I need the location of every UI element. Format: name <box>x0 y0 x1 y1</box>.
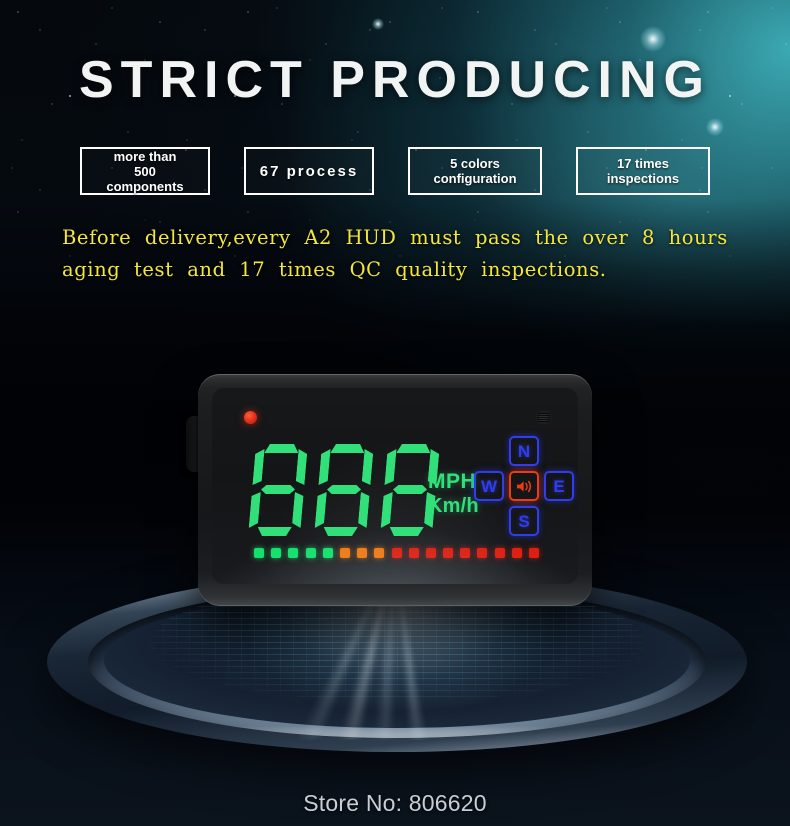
led-segment-red <box>460 548 471 558</box>
feature-badge-row: more than 500 components 67 process 5 co… <box>80 147 710 195</box>
led-segment-red <box>443 548 454 558</box>
unit-kmh-label: Km/h <box>428 495 479 517</box>
badge-label: 5 colors configuration <box>433 156 517 186</box>
badge-more-than-500-components: more than 500 components <box>80 147 210 195</box>
device-screen: MPH Km/h N W E S <box>212 388 578 584</box>
star-glint-icon <box>372 18 384 30</box>
led-segment-orange <box>357 548 368 558</box>
compass-south-indicator: S <box>509 506 539 536</box>
badge-5-colors-configuration: 5 colors configuration <box>408 147 542 195</box>
compass-east-indicator: E <box>544 471 574 501</box>
badge-17-times-inspections: 17 times inspections <box>576 147 710 195</box>
led-segment-green <box>305 548 316 558</box>
badge-67-process: 67 process <box>244 147 374 195</box>
compass-cluster: N W E S <box>474 436 574 536</box>
light-sensor-icon <box>537 412 550 423</box>
led-segment-red <box>494 548 505 558</box>
speaker-icon <box>509 471 539 501</box>
badge-label: more than 500 components <box>106 148 184 194</box>
description-line-2: aging test and 17 times QC quality inspe… <box>62 258 607 281</box>
screen-underglow <box>212 532 578 584</box>
speed-units: MPH Km/h <box>428 470 479 518</box>
led-segment-red <box>477 548 488 558</box>
power-led-icon <box>244 411 257 424</box>
led-segment-green <box>288 548 299 558</box>
led-segment-green <box>271 548 282 558</box>
led-segment-red <box>408 548 419 558</box>
led-segment-red <box>391 548 402 558</box>
compass-north-indicator: N <box>509 436 539 466</box>
description-text: Before delivery,every A2 HUD must pass t… <box>62 222 742 286</box>
unit-mph-label: MPH <box>428 470 477 493</box>
badge-label: 67 process <box>259 162 359 180</box>
star-glint-icon <box>706 118 724 136</box>
led-speed-bar <box>254 548 539 558</box>
led-segment-orange <box>339 548 350 558</box>
led-segment-red <box>425 548 436 558</box>
led-segment-orange <box>374 548 385 558</box>
speed-digits <box>252 444 436 536</box>
store-number: Store No: 806620 <box>303 790 487 816</box>
led-segment-red <box>511 548 522 558</box>
promo-banner: STRICT PRODUCING more than 500 component… <box>0 0 790 826</box>
badge-label: 17 times inspections <box>606 156 680 186</box>
description-line-1: Before delivery,every A2 HUD must pass t… <box>62 226 728 249</box>
compass-west-indicator: W <box>474 471 504 501</box>
seven-segment-digit <box>248 444 308 536</box>
hud-device: MPH Km/h N W E S <box>186 374 592 606</box>
seven-segment-digit <box>314 444 374 536</box>
led-segment-red <box>529 548 539 558</box>
page-title: STRICT PRODUCING <box>79 51 711 109</box>
led-segment-green <box>322 548 333 558</box>
led-segment-green <box>254 548 264 558</box>
